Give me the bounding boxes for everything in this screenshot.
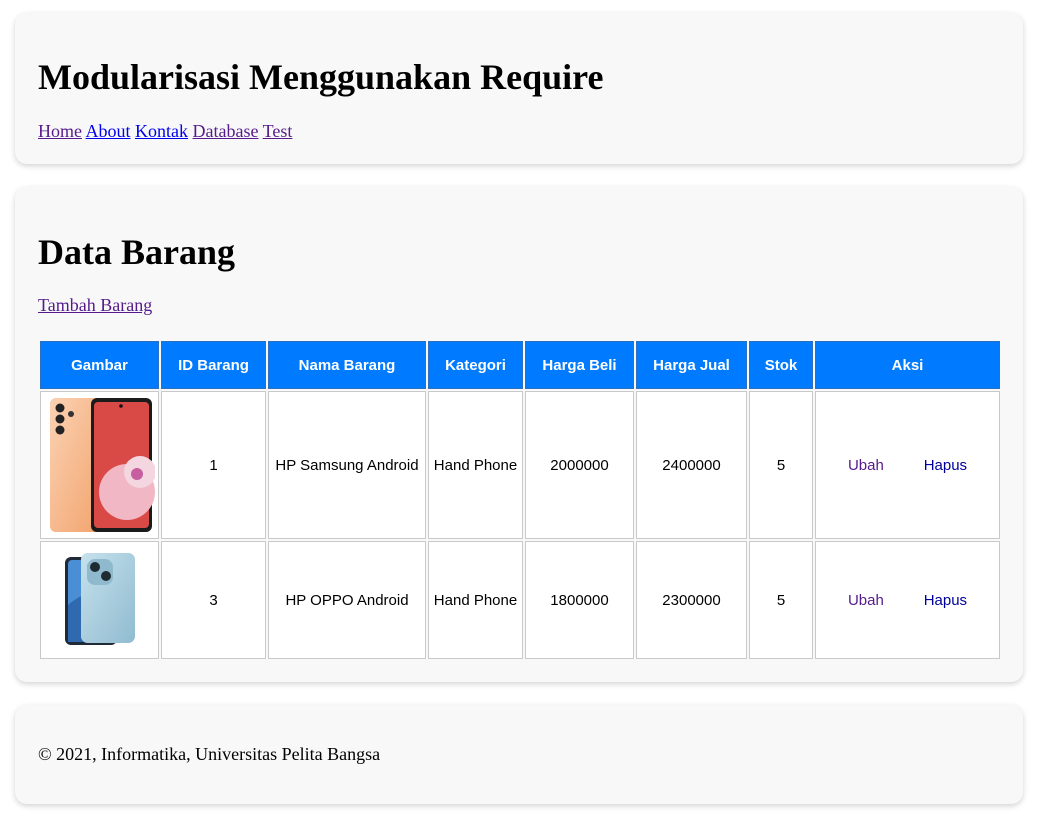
action-cell: Ubah Hapus (815, 391, 1000, 539)
category-cell: Hand Phone (428, 391, 523, 539)
stock-cell: 5 (749, 541, 813, 659)
column-header: Nama Barang (268, 341, 426, 389)
id-cell: 1 (161, 391, 266, 539)
delete-link[interactable]: Hapus (924, 457, 967, 474)
sell-price-cell: 2400000 (636, 391, 747, 539)
nav-link-home[interactable]: Home (38, 121, 82, 141)
category-cell: Hand Phone (428, 541, 523, 659)
name-cell: HP Samsung Android (268, 391, 426, 539)
header-card: Modularisasi Menggunakan Require Home Ab… (15, 13, 1023, 164)
nav-link-test[interactable]: Test (263, 121, 293, 141)
nav-bar: Home About Kontak Database Test (38, 122, 292, 140)
nav-link-about[interactable]: About (86, 121, 131, 141)
footer-card: © 2021, Informatika, Universitas Pelita … (15, 705, 1023, 804)
page-title: Data Barang (38, 232, 235, 272)
table-row: 1 HP Samsung Android Hand Phone 2000000 … (40, 391, 1000, 539)
samsung-phone-image (46, 396, 155, 534)
copyright-text: © 2021, Informatika, Universitas Pelita … (38, 744, 381, 764)
sell-price-cell: 2300000 (636, 541, 747, 659)
edit-link[interactable]: Ubah (848, 457, 884, 474)
oppo-phone-image (46, 547, 153, 653)
nav-link-kontak[interactable]: Kontak (135, 121, 188, 141)
edit-link[interactable]: Ubah (848, 592, 884, 609)
buy-price-cell: 1800000 (525, 541, 634, 659)
image-cell (40, 391, 159, 539)
main-card: Data Barang Tambah Barang Gambar ID Bara… (15, 187, 1023, 682)
items-table: Gambar ID Barang Nama Barang Kategori Ha… (38, 339, 1002, 661)
name-cell: HP OPPO Android (268, 541, 426, 659)
buy-price-cell: 2000000 (525, 391, 634, 539)
table-row: 3 HP OPPO Android Hand Phone 1800000 230… (40, 541, 1000, 659)
table-header-row: Gambar ID Barang Nama Barang Kategori Ha… (40, 341, 1000, 389)
nav-link-database[interactable]: Database (193, 121, 259, 141)
column-header: Kategori (428, 341, 523, 389)
site-title: Modularisasi Menggunakan Require (38, 57, 604, 97)
delete-link[interactable]: Hapus (924, 592, 967, 609)
image-cell (40, 541, 159, 659)
column-header: Harga Jual (636, 341, 747, 389)
column-header: Stok (749, 341, 813, 389)
id-cell: 3 (161, 541, 266, 659)
column-header: Aksi (815, 341, 1000, 389)
column-header: Gambar (40, 341, 159, 389)
stock-cell: 5 (749, 391, 813, 539)
column-header: Harga Beli (525, 341, 634, 389)
action-cell: Ubah Hapus (815, 541, 1000, 659)
column-header: ID Barang (161, 341, 266, 389)
add-item-link[interactable]: Tambah Barang (38, 296, 152, 314)
